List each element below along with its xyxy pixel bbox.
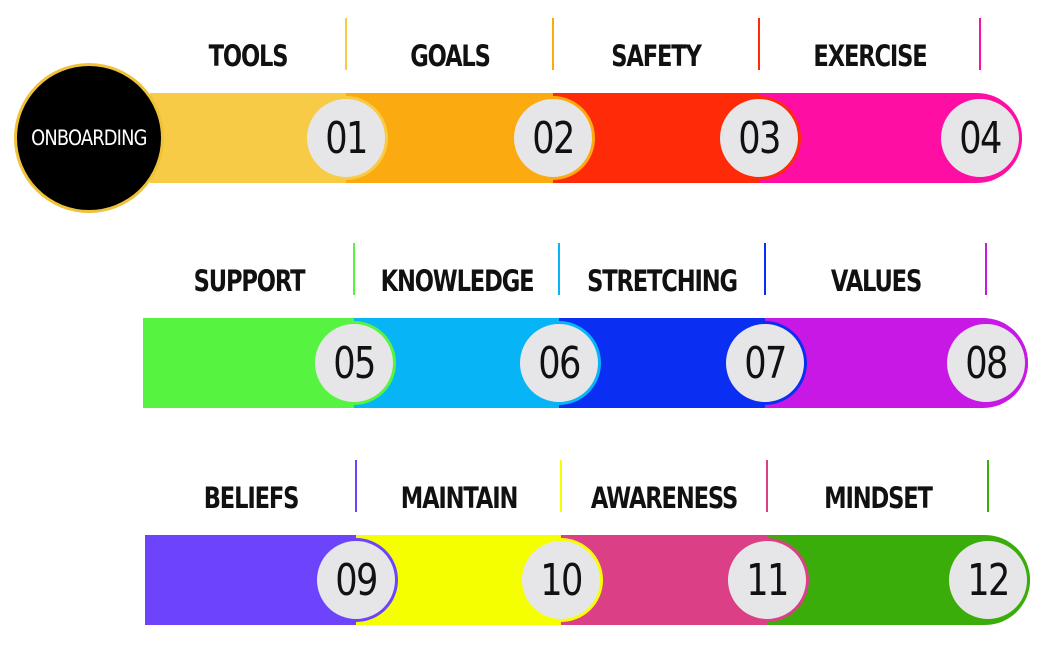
step-11-label: AWARENESS xyxy=(590,481,738,515)
step-05-circle: 05 xyxy=(312,321,396,405)
step-07-circle: 07 xyxy=(723,321,807,405)
step-03-divider xyxy=(758,18,760,70)
step-02-circle: 02 xyxy=(511,96,595,180)
step-01-divider xyxy=(345,18,347,70)
step-08-label: VALUES xyxy=(830,264,921,298)
step-01-label: TOOLS xyxy=(208,39,289,73)
step-02-label: GOALS xyxy=(409,39,491,73)
step-02-divider xyxy=(552,18,554,70)
step-11-circle: 11 xyxy=(725,538,809,622)
step-06-circle: 06 xyxy=(517,321,601,405)
step-08-number: 08 xyxy=(965,337,1008,389)
step-12-circle: 12 xyxy=(946,538,1030,622)
step-04-circle: 04 xyxy=(938,96,1022,180)
step-07-divider xyxy=(764,243,766,295)
step-01-number: 01 xyxy=(325,112,368,164)
step-10-label: MAINTAIN xyxy=(400,481,518,515)
step-12-label: MINDSET xyxy=(823,481,933,515)
step-05-number: 05 xyxy=(333,337,376,389)
step-06-divider xyxy=(558,243,560,295)
step-09-circle: 09 xyxy=(314,538,398,622)
step-09-divider xyxy=(355,460,357,512)
step-08-circle: 08 xyxy=(944,321,1028,405)
step-03-label: SAFETY xyxy=(611,39,702,73)
step-04-number: 04 xyxy=(959,112,1002,164)
onboarding-label: ONBOARDING xyxy=(31,126,147,150)
step-09-label: BELIEFS xyxy=(203,481,299,515)
step-06-number: 06 xyxy=(538,337,581,389)
step-03-number: 03 xyxy=(738,112,781,164)
step-03-circle: 03 xyxy=(717,96,801,180)
step-07-number: 07 xyxy=(744,337,787,389)
step-06-label: KNOWLEDGE xyxy=(380,264,534,298)
step-05-divider xyxy=(353,243,355,295)
step-09-number: 09 xyxy=(335,554,378,606)
step-07-label: STRETCHING xyxy=(587,264,738,298)
step-01-circle: 01 xyxy=(304,96,388,180)
onboarding-process-diagram: TOOLS GOALS SAFETY EXERCISE SUPPORT KNOWLEDGE… xyxy=(0,0,1062,646)
step-12-divider xyxy=(987,460,989,512)
onboarding-start-circle: ONBOARDING xyxy=(14,63,164,213)
step-05-label: SUPPORT xyxy=(193,264,305,298)
step-11-number: 11 xyxy=(746,554,789,606)
step-02-number: 02 xyxy=(532,112,575,164)
step-10-divider xyxy=(560,460,562,512)
step-08-divider xyxy=(985,243,987,295)
step-12-number: 12 xyxy=(967,554,1010,606)
step-10-number: 10 xyxy=(540,554,583,606)
step-10-circle: 10 xyxy=(519,538,603,622)
step-11-divider xyxy=(766,460,768,512)
step-04-label: EXERCISE xyxy=(812,39,927,73)
step-04-divider xyxy=(979,18,981,70)
